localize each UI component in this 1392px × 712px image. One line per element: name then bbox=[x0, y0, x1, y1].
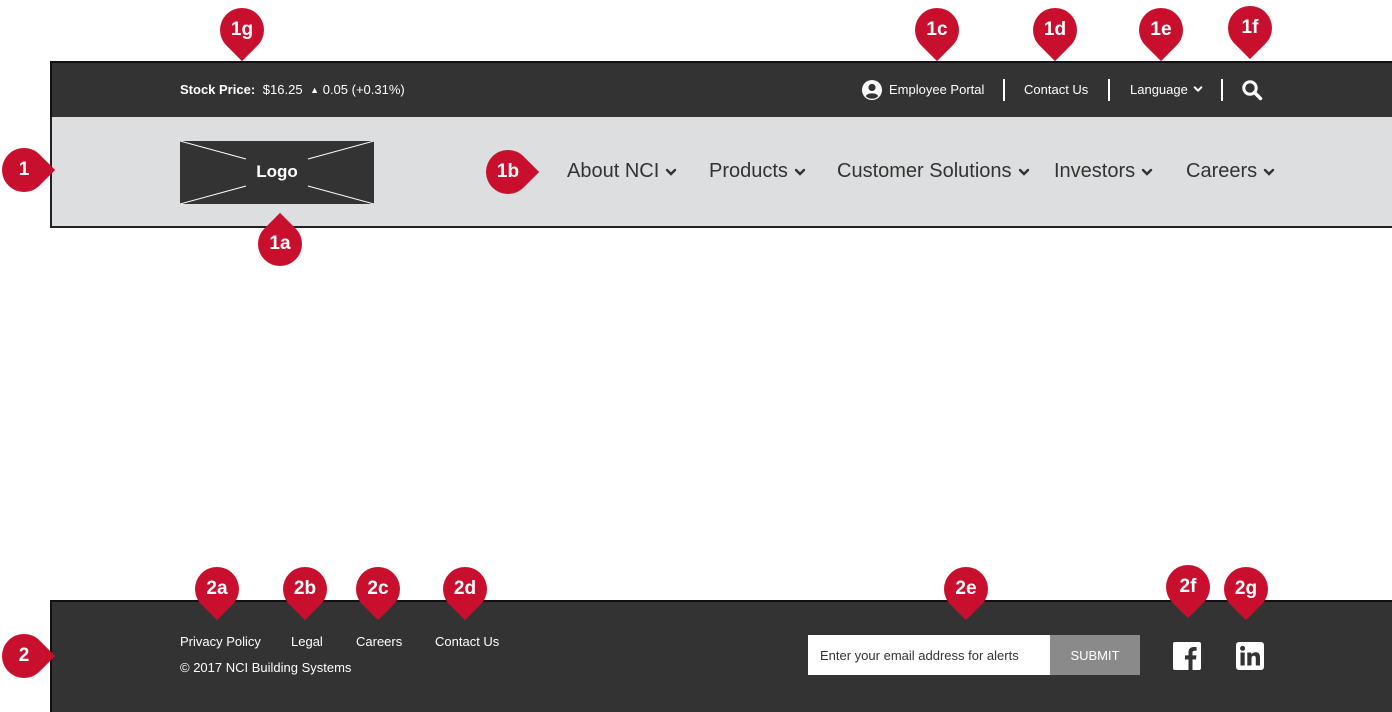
employee-portal-link[interactable]: Employee Portal bbox=[889, 82, 984, 97]
chevron-down-icon bbox=[1194, 86, 1203, 93]
nav-item-investors[interactable]: Investors bbox=[1054, 160, 1153, 183]
nav-item-label: Products bbox=[709, 160, 788, 182]
footer-link-legal[interactable]: Legal bbox=[291, 634, 323, 649]
copyright-text: © 2017 NCI Building Systems bbox=[180, 660, 352, 675]
chevron-down-icon bbox=[1141, 168, 1153, 176]
annotation-marker: 2f bbox=[1156, 555, 1220, 619]
stock-change-value: 0.05 (+0.31%) bbox=[322, 82, 405, 97]
contact-us-link[interactable]: Contact Us bbox=[1024, 82, 1088, 97]
stock-up-icon: ▲ bbox=[310, 85, 320, 95]
nav-item-products[interactable]: Products bbox=[709, 160, 806, 183]
nav-item-label: Customer Solutions bbox=[837, 160, 1012, 182]
logo[interactable]: Logo bbox=[180, 141, 374, 204]
annotation-marker: 2d bbox=[433, 557, 497, 621]
stock-price-value: $16.25 bbox=[262, 82, 303, 97]
annotation-marker: 2 bbox=[0, 624, 56, 688]
annotation-marker: 1f bbox=[1218, 0, 1282, 60]
chevron-down-icon bbox=[1263, 168, 1275, 176]
divider bbox=[1221, 79, 1223, 101]
footer-link-careers[interactable]: Careers bbox=[356, 634, 402, 649]
chevron-down-icon bbox=[666, 168, 677, 176]
annotation-marker: 2a bbox=[185, 557, 249, 621]
nav-item-label: Investors bbox=[1054, 160, 1136, 182]
linkedin-icon[interactable] bbox=[1236, 642, 1264, 670]
nav-item-label: About NCI bbox=[567, 160, 660, 182]
divider bbox=[1003, 79, 1005, 101]
footer-link-contact-us[interactable]: Contact Us bbox=[435, 634, 499, 649]
annotation-marker: 2e bbox=[934, 557, 998, 621]
language-dropdown[interactable]: Language bbox=[1130, 82, 1203, 97]
stock-ticker: Stock Price: $16.25 ▲ 0.05 (+0.31%) bbox=[180, 82, 405, 97]
annotation-marker: 1d bbox=[1023, 0, 1087, 62]
nav-item-careers[interactable]: Careers bbox=[1186, 160, 1275, 183]
search-icon[interactable] bbox=[1241, 79, 1263, 101]
chevron-down-icon bbox=[794, 168, 806, 176]
annotation-marker: 1e bbox=[1129, 0, 1193, 62]
annotation-marker: 1b bbox=[476, 140, 540, 204]
annotation-marker: 2g bbox=[1214, 557, 1278, 621]
annotation-marker: 1 bbox=[0, 138, 56, 202]
user-icon bbox=[862, 80, 882, 100]
submit-button[interactable]: SUBMIT bbox=[1050, 635, 1140, 675]
language-label: Language bbox=[1130, 82, 1188, 97]
email-alerts-input[interactable] bbox=[808, 635, 1050, 675]
annotation-marker: 1c bbox=[905, 0, 969, 62]
annotation-marker: 2b bbox=[273, 557, 337, 621]
facebook-icon[interactable] bbox=[1173, 642, 1201, 670]
nav-item-customer-solutions[interactable]: Customer Solutions bbox=[837, 160, 1030, 183]
stock-price-label: Stock Price: bbox=[180, 82, 256, 97]
annotation-marker: 2c bbox=[346, 557, 410, 621]
annotation-marker: 1a bbox=[248, 212, 312, 276]
annotation-marker: 1g bbox=[210, 0, 274, 62]
logo-text: Logo bbox=[256, 162, 298, 181]
chevron-down-icon bbox=[1018, 168, 1029, 176]
footer-link-privacy-policy[interactable]: Privacy Policy bbox=[180, 634, 261, 649]
nav-item-label: Careers bbox=[1186, 160, 1258, 182]
nav-item-about[interactable]: About NCI bbox=[567, 160, 677, 183]
divider bbox=[1108, 79, 1110, 101]
